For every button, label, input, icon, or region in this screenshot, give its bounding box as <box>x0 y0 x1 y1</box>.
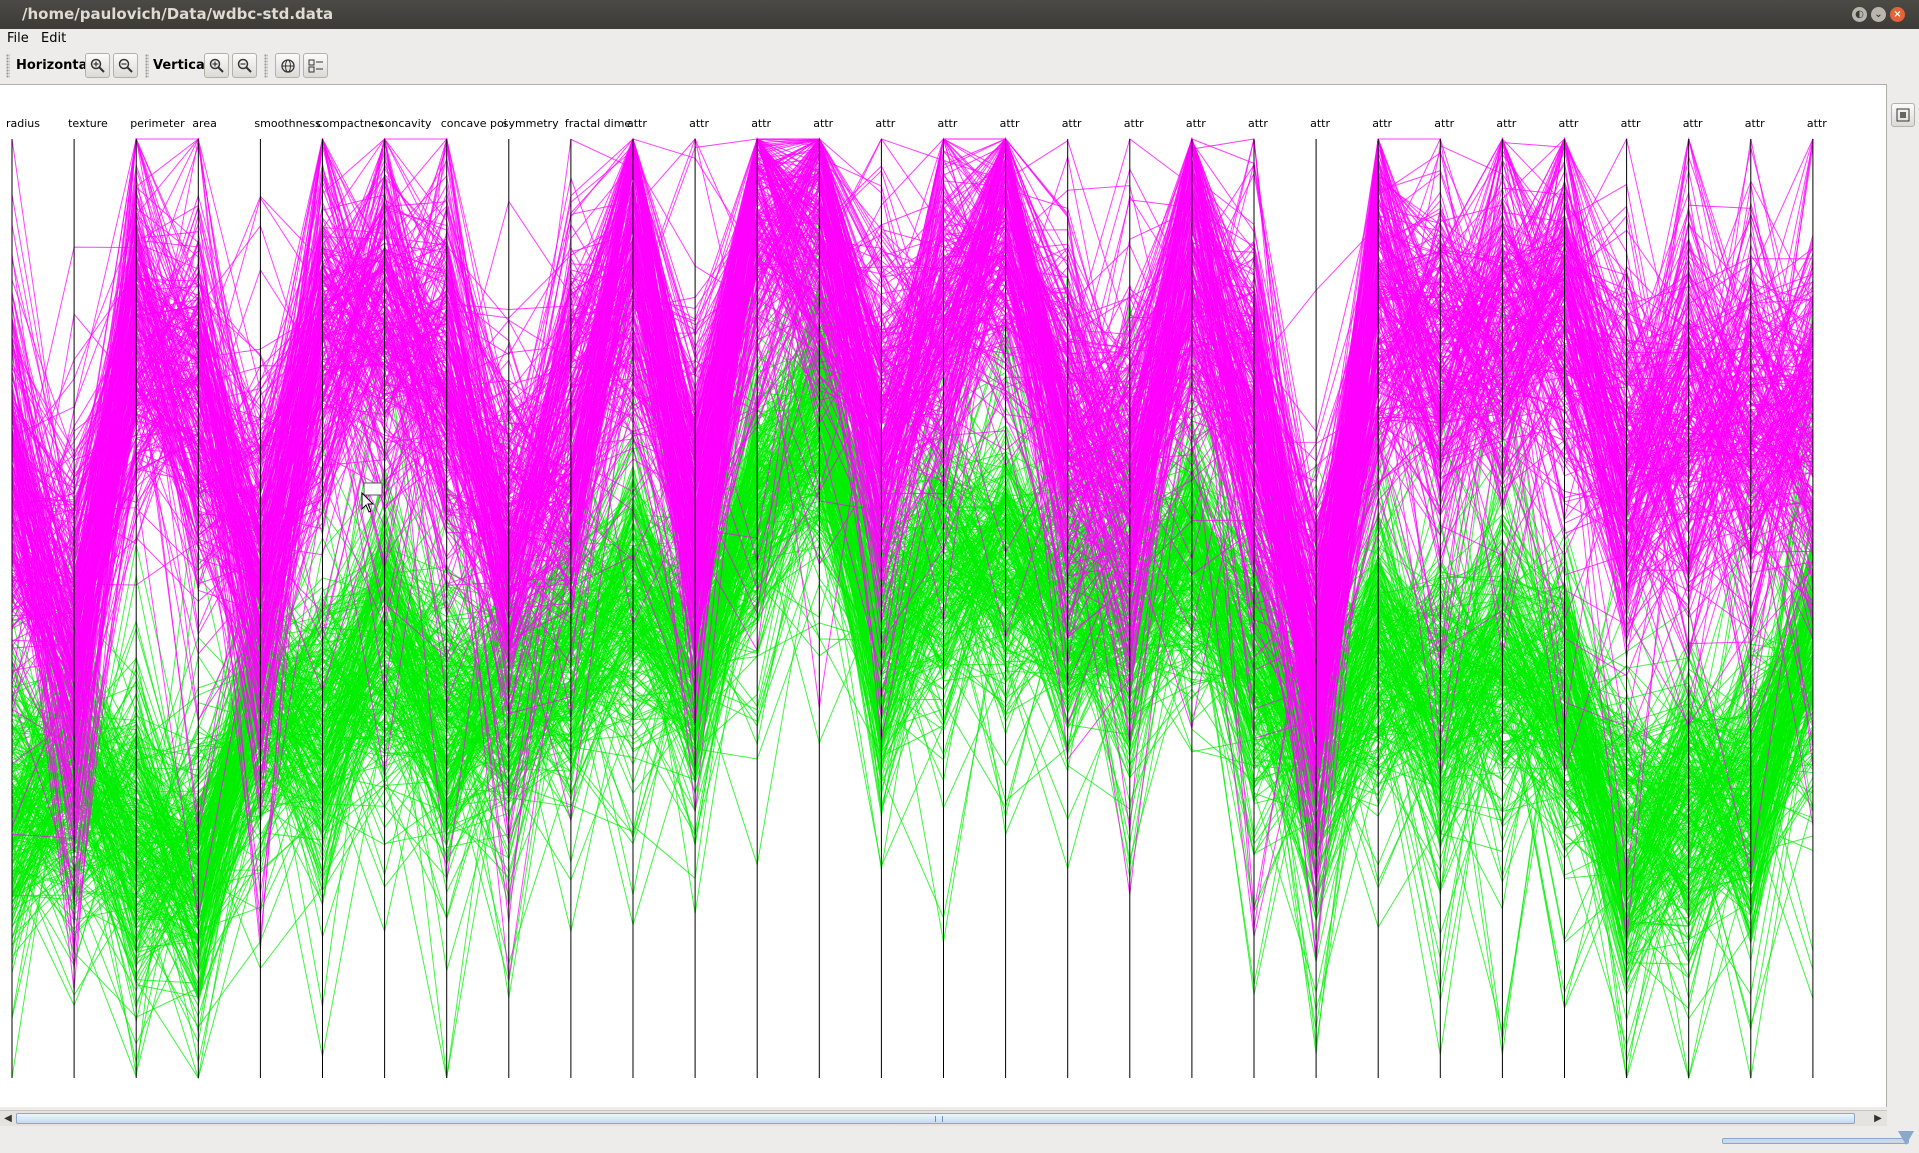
cursor-tooltip-box <box>363 482 383 496</box>
toolbar-grip[interactable] <box>6 54 10 78</box>
scroll-right-icon[interactable]: ▶ <box>1871 1112 1885 1126</box>
axis-label[interactable]: attr <box>1807 117 1827 130</box>
axis-label[interactable]: perimeter <box>130 117 185 130</box>
axis-label[interactable]: attr <box>1745 117 1765 130</box>
axis-label[interactable]: attr <box>1683 117 1703 130</box>
scroll-left-icon[interactable]: ◀ <box>1 1112 15 1126</box>
axis-label[interactable]: attr <box>689 117 709 130</box>
axis-label[interactable]: attr <box>1186 117 1206 130</box>
axis-labels-layer: radius texture perimeter area smoothnesscomp… <box>6 117 1827 130</box>
axis-label[interactable]: attr <box>1372 117 1392 130</box>
zoom-slider-knob[interactable] <box>1898 1131 1914 1145</box>
zoom-out-icon <box>237 58 252 73</box>
zoom-out-icon <box>118 58 133 73</box>
restore-window-button[interactable]: ◐ <box>1852 7 1867 22</box>
horizontal-zoom-in-button[interactable] <box>85 53 110 78</box>
minimize-window-button[interactable]: ⌄ <box>1871 7 1886 22</box>
axis-label[interactable]: attr <box>1559 117 1579 130</box>
axis-label[interactable]: area <box>192 117 217 130</box>
globe-icon <box>281 59 295 73</box>
layout-button[interactable] <box>303 53 328 78</box>
toolbar: Horizontal Vertical <box>0 49 1919 83</box>
axis-label[interactable]: attr <box>1621 117 1641 130</box>
axis-label[interactable]: attr <box>1248 117 1268 130</box>
zoom-slider-track[interactable] <box>1722 1138 1909 1144</box>
axis-label[interactable]: symmetry <box>503 117 559 130</box>
axis-label[interactable]: radius <box>6 117 40 130</box>
window-title: /home/paulovich/Data/wdbc-std.data <box>22 5 334 23</box>
axis-label[interactable]: attr <box>1434 117 1454 130</box>
scrollbar-grip <box>935 1116 943 1122</box>
menu-edit[interactable]: Edit <box>41 31 66 46</box>
axis-label[interactable]: compactnes <box>317 117 384 130</box>
axis-label[interactable]: attr <box>1062 117 1082 130</box>
axis-label[interactable]: fractal dime <box>565 117 632 130</box>
parallel-coordinates-chart[interactable]: radius texture perimeter area smoothnesscomp… <box>0 85 1885 1107</box>
vertical-label: Vertical <box>153 58 210 73</box>
window-titlebar[interactable]: /home/paulovich/Data/wdbc-std.data ◐ ⌄ × <box>0 0 1919 29</box>
axis-label[interactable]: attr <box>875 117 895 130</box>
axis-label[interactable]: texture <box>68 117 108 130</box>
menu-file[interactable]: File <box>7 31 29 46</box>
axis-label[interactable]: concavity <box>379 117 432 130</box>
globe-button[interactable] <box>275 53 300 78</box>
layout-icon <box>308 59 323 73</box>
vertical-zoom-in-button[interactable] <box>204 53 229 78</box>
horizontal-scrollbar[interactable]: ◀ ▶ <box>0 1110 1887 1126</box>
side-panel-button[interactable] <box>1891 103 1915 127</box>
toolbar-grip[interactable] <box>264 54 268 78</box>
axis-label[interactable]: smoothness <box>254 117 321 130</box>
zoom-in-icon <box>209 58 224 73</box>
scrollbar-thumb[interactable] <box>16 1113 1855 1124</box>
axis-label[interactable]: attr <box>938 117 958 130</box>
horizontal-zoom-out-button[interactable] <box>113 53 138 78</box>
axis-label[interactable]: attr <box>1124 117 1144 130</box>
zoom-in-icon <box>90 58 105 73</box>
axis-label[interactable]: attr <box>1310 117 1330 130</box>
panel-toggle-icon <box>1896 108 1910 122</box>
axis-label[interactable]: attr <box>813 117 833 130</box>
axis-label[interactable]: attr <box>751 117 771 130</box>
parallel-coordinates-canvas[interactable]: radius texture perimeter area smoothness comp… <box>0 84 1887 1107</box>
axis-label[interactable]: attr <box>1000 117 1020 130</box>
menu-bar: File Edit <box>0 29 1919 49</box>
close-window-button[interactable]: × <box>1890 7 1905 22</box>
axis-label[interactable]: attr <box>1496 117 1516 130</box>
axis-label[interactable]: concave poi <box>441 117 507 130</box>
toolbar-grip[interactable] <box>145 54 149 78</box>
axis-label[interactable]: attr <box>627 117 647 130</box>
vertical-zoom-out-button[interactable] <box>232 53 257 78</box>
polyline-layer <box>11 137 1814 1080</box>
horizontal-label: Horizontal <box>16 58 92 73</box>
